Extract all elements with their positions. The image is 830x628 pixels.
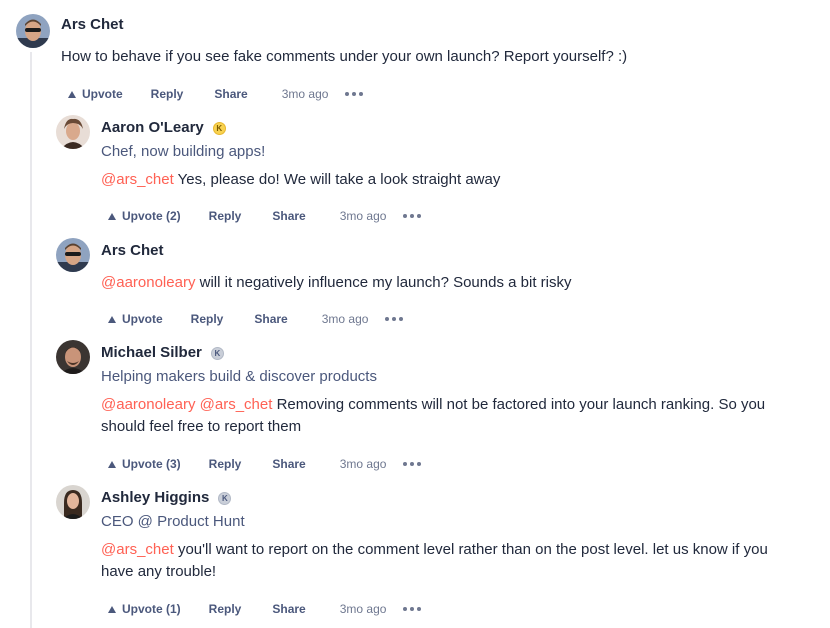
timestamp[interactable]: 3mo ago: [340, 602, 387, 616]
reply-button[interactable]: Reply: [209, 457, 242, 471]
karma-badge-icon: K: [210, 347, 224, 360]
timestamp[interactable]: 3mo ago: [282, 87, 329, 101]
avatar[interactable]: [56, 485, 90, 519]
user-mention[interactable]: @ars_chet: [101, 171, 174, 188]
comment-author[interactable]: Ars Chet: [101, 242, 164, 259]
upvote-button[interactable]: Upvote (1): [108, 602, 181, 616]
comment-author[interactable]: Michael Silber K: [101, 344, 224, 361]
upvote-button[interactable]: Upvote: [68, 87, 123, 101]
more-options-icon[interactable]: [403, 607, 422, 611]
share-button[interactable]: Share: [272, 209, 305, 223]
karma-badge-icon: K: [218, 492, 232, 505]
upvote-arrow-icon: [108, 605, 116, 613]
thread-line: [30, 52, 32, 628]
share-button[interactable]: Share: [272, 457, 305, 471]
comment-body: @aaronoleary @ars_chet Removing comments…: [101, 396, 766, 435]
comment-body: @ars_chet you'll want to report on the c…: [101, 541, 768, 580]
comment-actions: Upvote (1) Reply Share 3mo ago: [108, 602, 422, 616]
reply-button[interactable]: Reply: [209, 209, 242, 223]
share-button[interactable]: Share: [214, 87, 247, 101]
karma-badge-icon: K: [212, 122, 226, 135]
reply-button[interactable]: Reply: [191, 312, 224, 326]
author-headline: Chef, now building apps!: [101, 143, 266, 160]
timestamp[interactable]: 3mo ago: [322, 312, 369, 326]
comment-body: @aaronoleary will it negatively influenc…: [101, 274, 572, 291]
share-button[interactable]: Share: [254, 312, 287, 326]
more-options-icon[interactable]: [403, 214, 422, 218]
upvote-button[interactable]: Upvote (2): [108, 209, 181, 223]
reply-button[interactable]: Reply: [209, 602, 242, 616]
upvote-arrow-icon: [108, 315, 116, 323]
timestamp[interactable]: 3mo ago: [340, 209, 387, 223]
upvote-arrow-icon: [68, 90, 76, 98]
user-mention[interactable]: @ars_chet: [101, 541, 174, 558]
more-options-icon[interactable]: [385, 317, 404, 321]
upvote-button[interactable]: Upvote: [108, 312, 163, 326]
more-options-icon[interactable]: [345, 92, 364, 96]
user-mention[interactable]: @aaronoleary: [101, 274, 195, 291]
avatar[interactable]: [16, 14, 50, 48]
upvote-arrow-icon: [108, 212, 116, 220]
comment-actions: Upvote (3) Reply Share 3mo ago: [108, 457, 422, 471]
avatar[interactable]: [56, 238, 90, 272]
comment-body: How to behave if you see fake comments u…: [61, 48, 628, 65]
more-options-icon[interactable]: [403, 462, 422, 466]
comment-actions: Upvote (2) Reply Share 3mo ago: [108, 209, 422, 223]
author-headline: Helping makers build & discover products: [101, 368, 377, 385]
comment-actions: Upvote Reply Share 3mo ago: [68, 87, 364, 101]
reply-button[interactable]: Reply: [151, 87, 184, 101]
upvote-arrow-icon: [108, 460, 116, 468]
comment-author[interactable]: Aaron O'Leary K: [101, 119, 226, 136]
avatar[interactable]: [56, 115, 90, 149]
author-headline: CEO @ Product Hunt: [101, 513, 245, 530]
comment-actions: Upvote Reply Share 3mo ago: [108, 312, 404, 326]
timestamp[interactable]: 3mo ago: [340, 457, 387, 471]
user-mention[interactable]: @ars_chet: [200, 396, 273, 413]
upvote-button[interactable]: Upvote (3): [108, 457, 181, 471]
comment-body: @ars_chet Yes, please do! We will take a…: [101, 171, 501, 188]
comment-author[interactable]: Ashley Higgins K: [101, 489, 232, 506]
share-button[interactable]: Share: [272, 602, 305, 616]
user-mention[interactable]: @aaronoleary: [101, 396, 195, 413]
avatar[interactable]: [56, 340, 90, 374]
comment-author[interactable]: Ars Chet: [61, 16, 124, 33]
